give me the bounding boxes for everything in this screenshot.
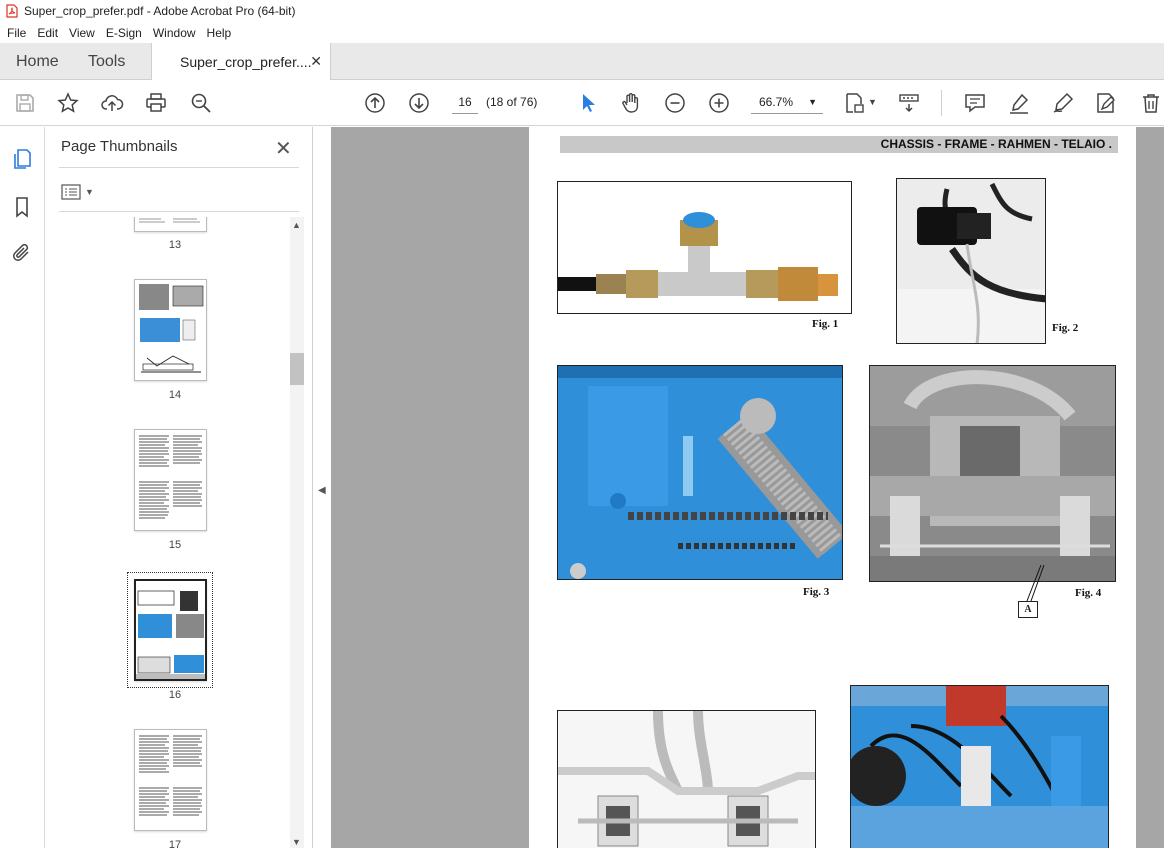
pdf-file-icon: [6, 4, 18, 18]
thumbnail-page-17[interactable]: [134, 729, 207, 831]
menu-edit[interactable]: Edit: [37, 26, 58, 40]
left-rail: [0, 127, 45, 848]
thumbnail-page-14[interactable]: [134, 279, 207, 381]
chevron-down-icon: ▼: [85, 187, 94, 197]
scrollbar-thumb[interactable]: [290, 353, 304, 385]
scroll-up-icon[interactable]: ▲: [292, 220, 301, 230]
tab-home[interactable]: Home: [16, 43, 59, 80]
tab-document[interactable]: Super_crop_prefer.... ✕: [151, 43, 331, 81]
document-view[interactable]: CHASSIS - FRAME - RAHMEN - TELAIO . Fig.…: [331, 127, 1164, 848]
edit-pdf-icon[interactable]: [1094, 91, 1118, 115]
figure-2-caption: Fig. 2: [1052, 322, 1079, 334]
zoom-search-icon[interactable]: [189, 91, 213, 115]
menu-view[interactable]: View: [69, 26, 95, 40]
figure-2-image: [896, 178, 1046, 344]
scroll-down-icon[interactable]: ▼: [292, 837, 301, 847]
menu-window[interactable]: Window: [153, 26, 196, 40]
print-icon[interactable]: [144, 91, 168, 115]
callout-leader-line: [1026, 564, 1045, 602]
thumbnail-scrollbar[interactable]: ▲ ▼: [290, 217, 304, 848]
bookmark-icon[interactable]: [10, 195, 34, 219]
menu-esign[interactable]: E-Sign: [106, 26, 142, 40]
figure-1-caption: Fig. 1: [812, 318, 839, 330]
figure-1-image: [557, 181, 852, 314]
page-fit-icon[interactable]: [843, 91, 867, 115]
panel-title: Page Thumbnails: [61, 138, 178, 155]
menu-help[interactable]: Help: [207, 26, 232, 40]
title-bar: Super_crop_prefer.pdf - Adobe Acrobat Pr…: [0, 0, 1164, 22]
collapse-panel-icon[interactable]: ◀: [318, 485, 326, 496]
thumbnail-list: 13 14 15 16 17: [59, 217, 291, 848]
page-count-label: (18 of 76): [486, 95, 538, 109]
pdf-page: CHASSIS - FRAME - RAHMEN - TELAIO . Fig.…: [529, 127, 1136, 848]
figure-4-image: [869, 365, 1116, 582]
thumbnail-label: 16: [168, 689, 182, 701]
thumbnail-label: 13: [168, 239, 182, 251]
window-title: Super_crop_prefer.pdf - Adobe Acrobat Pr…: [24, 4, 296, 18]
list-options-icon: [61, 184, 81, 200]
thumbnail-page-15[interactable]: [134, 429, 207, 531]
toolbar-separator: [941, 90, 942, 116]
highlight-pen-icon[interactable]: [1007, 91, 1031, 115]
menu-bar: File Edit View E-Sign Window Help: [0, 22, 1164, 43]
thumbnail-label: 17: [168, 839, 182, 848]
tab-document-label: Super_crop_prefer....: [180, 54, 312, 70]
figure-3-image: [557, 365, 843, 580]
close-panel-icon[interactable]: ✕: [275, 136, 292, 161]
thumbnail-label: 14: [168, 389, 182, 401]
tab-bar: Home Tools Super_crop_prefer.... ✕: [0, 43, 1164, 81]
panel-divider: [59, 211, 299, 212]
comment-icon[interactable]: [963, 91, 987, 115]
zoom-level-value: 66.7%: [759, 95, 794, 109]
bookmark-star-icon[interactable]: [56, 91, 80, 115]
thumbnails-panel: Page Thumbnails ✕ ▼ 13 14 15 16 17: [45, 127, 313, 848]
delete-icon[interactable]: [1139, 91, 1163, 115]
thumbnail-options-button[interactable]: ▼: [61, 181, 101, 203]
menu-file[interactable]: File: [7, 26, 26, 40]
figure-5-image: [557, 710, 816, 848]
zoom-level-select[interactable]: 66.7% ▼: [751, 90, 823, 114]
select-cursor-icon[interactable]: [576, 91, 600, 115]
page-fit-dropdown-icon[interactable]: ▼: [868, 97, 877, 107]
save-icon[interactable]: [13, 91, 37, 115]
next-page-icon[interactable]: [407, 91, 431, 115]
tab-tools[interactable]: Tools: [88, 43, 125, 80]
callout-label-a: A: [1018, 601, 1038, 618]
attachment-icon[interactable]: [10, 241, 34, 265]
hand-tool-icon[interactable]: [619, 91, 643, 115]
thumbnail-page-13[interactable]: [134, 217, 207, 232]
page-section-header: CHASSIS - FRAME - RAHMEN - TELAIO .: [560, 136, 1118, 153]
close-tab-icon[interactable]: ✕: [310, 53, 322, 70]
figure-4-caption: Fig. 4: [1075, 587, 1102, 599]
figure-3-caption: Fig. 3: [803, 586, 830, 598]
thumbnail-label: 15: [168, 539, 182, 551]
panel-divider: [59, 167, 299, 168]
sign-icon[interactable]: [1051, 91, 1075, 115]
page-thumbnails-icon[interactable]: [10, 147, 34, 171]
previous-page-icon[interactable]: [363, 91, 387, 115]
page-number-input[interactable]: 16: [452, 90, 478, 114]
chevron-down-icon: ▼: [808, 97, 817, 107]
zoom-in-icon[interactable]: [707, 91, 731, 115]
zoom-out-icon[interactable]: [663, 91, 687, 115]
thumbnail-page-16[interactable]: [134, 579, 207, 681]
figure-6-image: [850, 685, 1109, 848]
scroll-mode-icon[interactable]: [897, 91, 921, 115]
upload-cloud-icon[interactable]: [100, 91, 124, 115]
panel-collapse-strip: ◀: [313, 127, 331, 848]
